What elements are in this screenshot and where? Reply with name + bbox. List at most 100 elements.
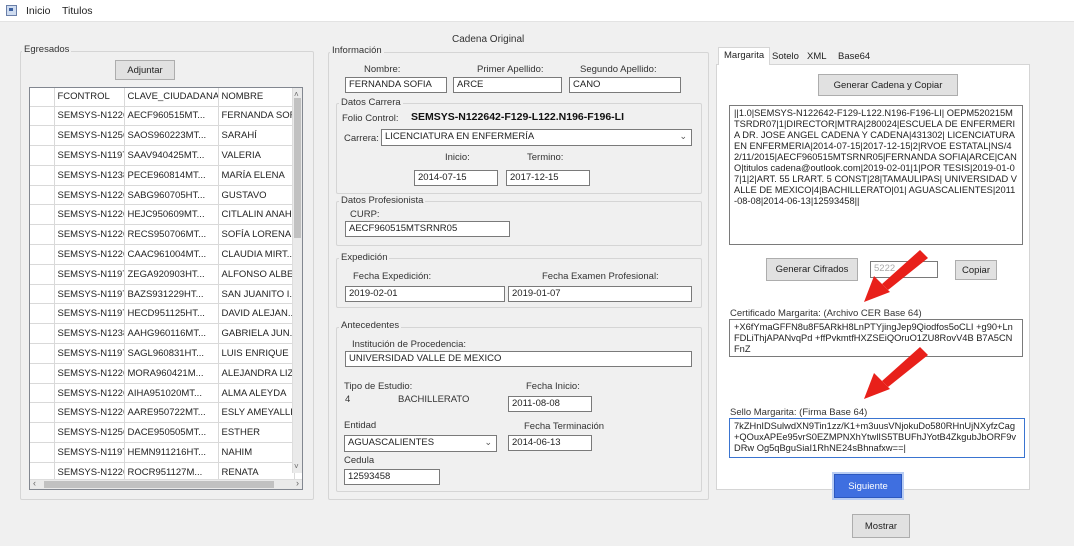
- fecha-inicio-field[interactable]: 2011-08-08: [508, 396, 592, 412]
- row-header[interactable]: [30, 363, 55, 384]
- table-cell[interactable]: HEJC950609MT...: [124, 204, 219, 226]
- fecha-examen-field[interactable]: 2019-01-07: [508, 286, 692, 302]
- table-cell[interactable]: SEMSYS-N1197...: [54, 343, 125, 364]
- table-cell[interactable]: SEMSYS-N1226...: [54, 383, 125, 404]
- table-row[interactable]: SEMSYS-N1226...MORA960421M...ALEJANDRA L…: [30, 363, 295, 384]
- scroll-left-icon[interactable]: ‹: [33, 478, 36, 488]
- table-cell[interactable]: SARAHÍ: [218, 125, 295, 147]
- table-row[interactable]: SEMSYS-N1197...BAZS931229HT...SAN JUANIT…: [30, 284, 295, 305]
- table-cell[interactable]: SEMSYS-N1226...: [54, 402, 125, 424]
- column-header-nombre[interactable]: NOMBRE: [218, 88, 295, 107]
- row-header[interactable]: [30, 145, 55, 166]
- cadena-textarea[interactable]: ||1.0|SEMSYS-N122642-F129-L122.N196-F196…: [729, 105, 1023, 245]
- grid-scroll-thumb[interactable]: [294, 98, 301, 238]
- table-cell[interactable]: SEMSYS-N1226...: [54, 244, 125, 265]
- chevron-down-icon[interactable]: ⌄: [679, 131, 687, 142]
- table-row[interactable]: SEMSYS-N1197...SAAV940425MT...VALERIA: [30, 145, 295, 166]
- sello-textarea[interactable]: 7kZHnIDSulwdXN9Tin1zz/K1+m3uusVNjokuDo58…: [729, 418, 1025, 458]
- table-row[interactable]: SEMSYS-N1197...ZEGA920903HT...ALFONSO AL…: [30, 264, 295, 285]
- table-cell[interactable]: SEMSYS-N1238...: [54, 323, 125, 345]
- table-row[interactable]: SEMSYS-N1226...SABG960705HT...GUSTAVO: [30, 185, 295, 206]
- table-cell[interactable]: VALERIA: [218, 145, 295, 166]
- table-cell[interactable]: GUSTAVO: [218, 185, 295, 206]
- table-cell[interactable]: SEMSYS-N1197...: [54, 303, 125, 325]
- table-row[interactable]: SEMSYS-N1197...SAGL960831HT...LUIS ENRIQ…: [30, 343, 295, 364]
- table-cell[interactable]: SEMSYS-N1226...: [54, 106, 125, 127]
- grid-vertical-scrollbar[interactable]: ˄ ˅: [292, 88, 302, 473]
- table-row[interactable]: SEMSYS-N1226...AARE950722MT...ESLY AMEYA…: [30, 402, 295, 424]
- table-cell[interactable]: SEMSYS-N1226...: [54, 224, 125, 246]
- scroll-down-icon[interactable]: ˅: [294, 462, 299, 471]
- table-cell[interactable]: SOFÍA LORENA: [218, 224, 295, 246]
- table-cell[interactable]: MARÍA ELENA: [218, 165, 295, 186]
- fecha-terminacion-field[interactable]: 2014-06-13: [508, 435, 592, 451]
- table-row[interactable]: SEMSYS-N1238...AAHG960116MT...GABRIELA J…: [30, 323, 295, 345]
- table-cell[interactable]: SEMSYS-N1226...: [54, 363, 125, 384]
- row-header[interactable]: [30, 442, 55, 463]
- row-header[interactable]: [30, 284, 55, 305]
- table-cell[interactable]: ESTHER: [218, 422, 295, 444]
- table-cell[interactable]: SABG960705HT...: [124, 185, 219, 206]
- siguiente-button[interactable]: Siguiente: [834, 474, 902, 498]
- tab-sotelo[interactable]: Sotelo: [767, 49, 804, 65]
- table-cell[interactable]: DACE950505MT...: [124, 422, 219, 444]
- row-header[interactable]: [30, 303, 55, 325]
- row-header[interactable]: [30, 244, 55, 265]
- termino-field[interactable]: 2017-12-15: [506, 170, 590, 186]
- tab-base64[interactable]: Base64: [833, 49, 875, 65]
- tab-margarita[interactable]: Margarita: [718, 47, 771, 65]
- carrera-combo[interactable]: LICENCIATURA EN ENFERMERÍA ⌄: [381, 129, 692, 146]
- table-cell[interactable]: SEMSYS-N1238...: [54, 165, 125, 186]
- table-row[interactable]: SEMSYS-N1226...RECS950706MT...SOFÍA LORE…: [30, 224, 295, 246]
- row-header[interactable]: [30, 402, 55, 424]
- chevron-down-icon[interactable]: ⌄: [484, 437, 492, 448]
- primer-apellido-field[interactable]: ARCE: [453, 77, 562, 93]
- menu-inicio[interactable]: Inicio: [26, 5, 51, 17]
- segundo-apellido-field[interactable]: CANO: [569, 77, 681, 93]
- table-cell[interactable]: SEMSYS-N1256...: [54, 422, 125, 444]
- table-cell[interactable]: GABRIELA JUN...: [218, 323, 295, 345]
- adjuntar-button[interactable]: Adjuntar: [115, 60, 175, 80]
- cedula-field[interactable]: 12593458: [344, 469, 440, 485]
- table-cell[interactable]: ZEGA920903HT...: [124, 264, 219, 285]
- row-header[interactable]: [30, 323, 55, 345]
- table-cell[interactable]: ESLY AMEYALLI: [218, 402, 295, 424]
- table-cell[interactable]: DAVID ALEJAN...: [218, 303, 295, 325]
- table-row[interactable]: SEMSYS-N1256...SAOS960223MT...SARAHÍ: [30, 125, 295, 147]
- table-cell[interactable]: SAAV940425MT...: [124, 145, 219, 166]
- row-header[interactable]: [30, 165, 55, 186]
- table-row[interactable]: SEMSYS-N1226...AIHA951020MT...ALMA ALEYD…: [30, 383, 295, 404]
- table-cell[interactable]: ALFONSO ALBE...: [218, 264, 295, 285]
- column-header-clave[interactable]: CLAVE_CIUDADANA: [124, 88, 219, 107]
- row-header[interactable]: [30, 383, 55, 404]
- table-cell[interactable]: NAHIM: [218, 442, 295, 463]
- table-row[interactable]: SEMSYS-N1238...PECE960814MT...MARÍA ELEN…: [30, 165, 295, 186]
- table-row[interactable]: SEMSYS-N1226...CAAC961004MT...CLAUDIA MI…: [30, 244, 295, 265]
- curp-field[interactable]: AECF960515MTSRNR05: [345, 221, 510, 237]
- row-header[interactable]: [30, 106, 55, 127]
- fecha-expedicion-field[interactable]: 2019-02-01: [345, 286, 505, 302]
- table-row[interactable]: SEMSYS-N1197...HEMN911216HT...NAHIM: [30, 442, 295, 463]
- table-cell[interactable]: SEMSYS-N1197...: [54, 442, 125, 463]
- menu-titulos[interactable]: Titulos: [62, 5, 93, 17]
- table-cell[interactable]: HECD951125HT...: [124, 303, 219, 325]
- tab-xml[interactable]: XML: [802, 49, 832, 65]
- table-cell[interactable]: AARE950722MT...: [124, 402, 219, 424]
- table-cell[interactable]: SEMSYS-N1197...: [54, 284, 125, 305]
- table-cell[interactable]: BAZS931229HT...: [124, 284, 219, 305]
- table-cell[interactable]: SEMSYS-N1226...: [54, 185, 125, 206]
- table-cell[interactable]: CITLALIN ANAHÍ: [218, 204, 295, 226]
- table-cell[interactable]: RECS950706MT...: [124, 224, 219, 246]
- grid-hscroll-thumb[interactable]: [44, 481, 274, 488]
- row-header[interactable]: [30, 185, 55, 206]
- table-cell[interactable]: SEMSYS-N1197...: [54, 264, 125, 285]
- egresados-grid[interactable]: FCONTROL CLAVE_CIUDADANA NOMBRE SEMSYS-N…: [29, 87, 303, 490]
- row-header[interactable]: [30, 125, 55, 147]
- table-cell[interactable]: AECF960515MT...: [124, 106, 219, 127]
- table-cell[interactable]: CAAC961004MT...: [124, 244, 219, 265]
- table-row[interactable]: SEMSYS-N1256...DACE950505MT...ESTHER: [30, 422, 295, 444]
- copiar-button[interactable]: Copiar: [955, 260, 997, 280]
- row-header[interactable]: [30, 422, 55, 444]
- table-cell[interactable]: ALEJANDRA LIZ...: [218, 363, 295, 384]
- row-header[interactable]: [30, 264, 55, 285]
